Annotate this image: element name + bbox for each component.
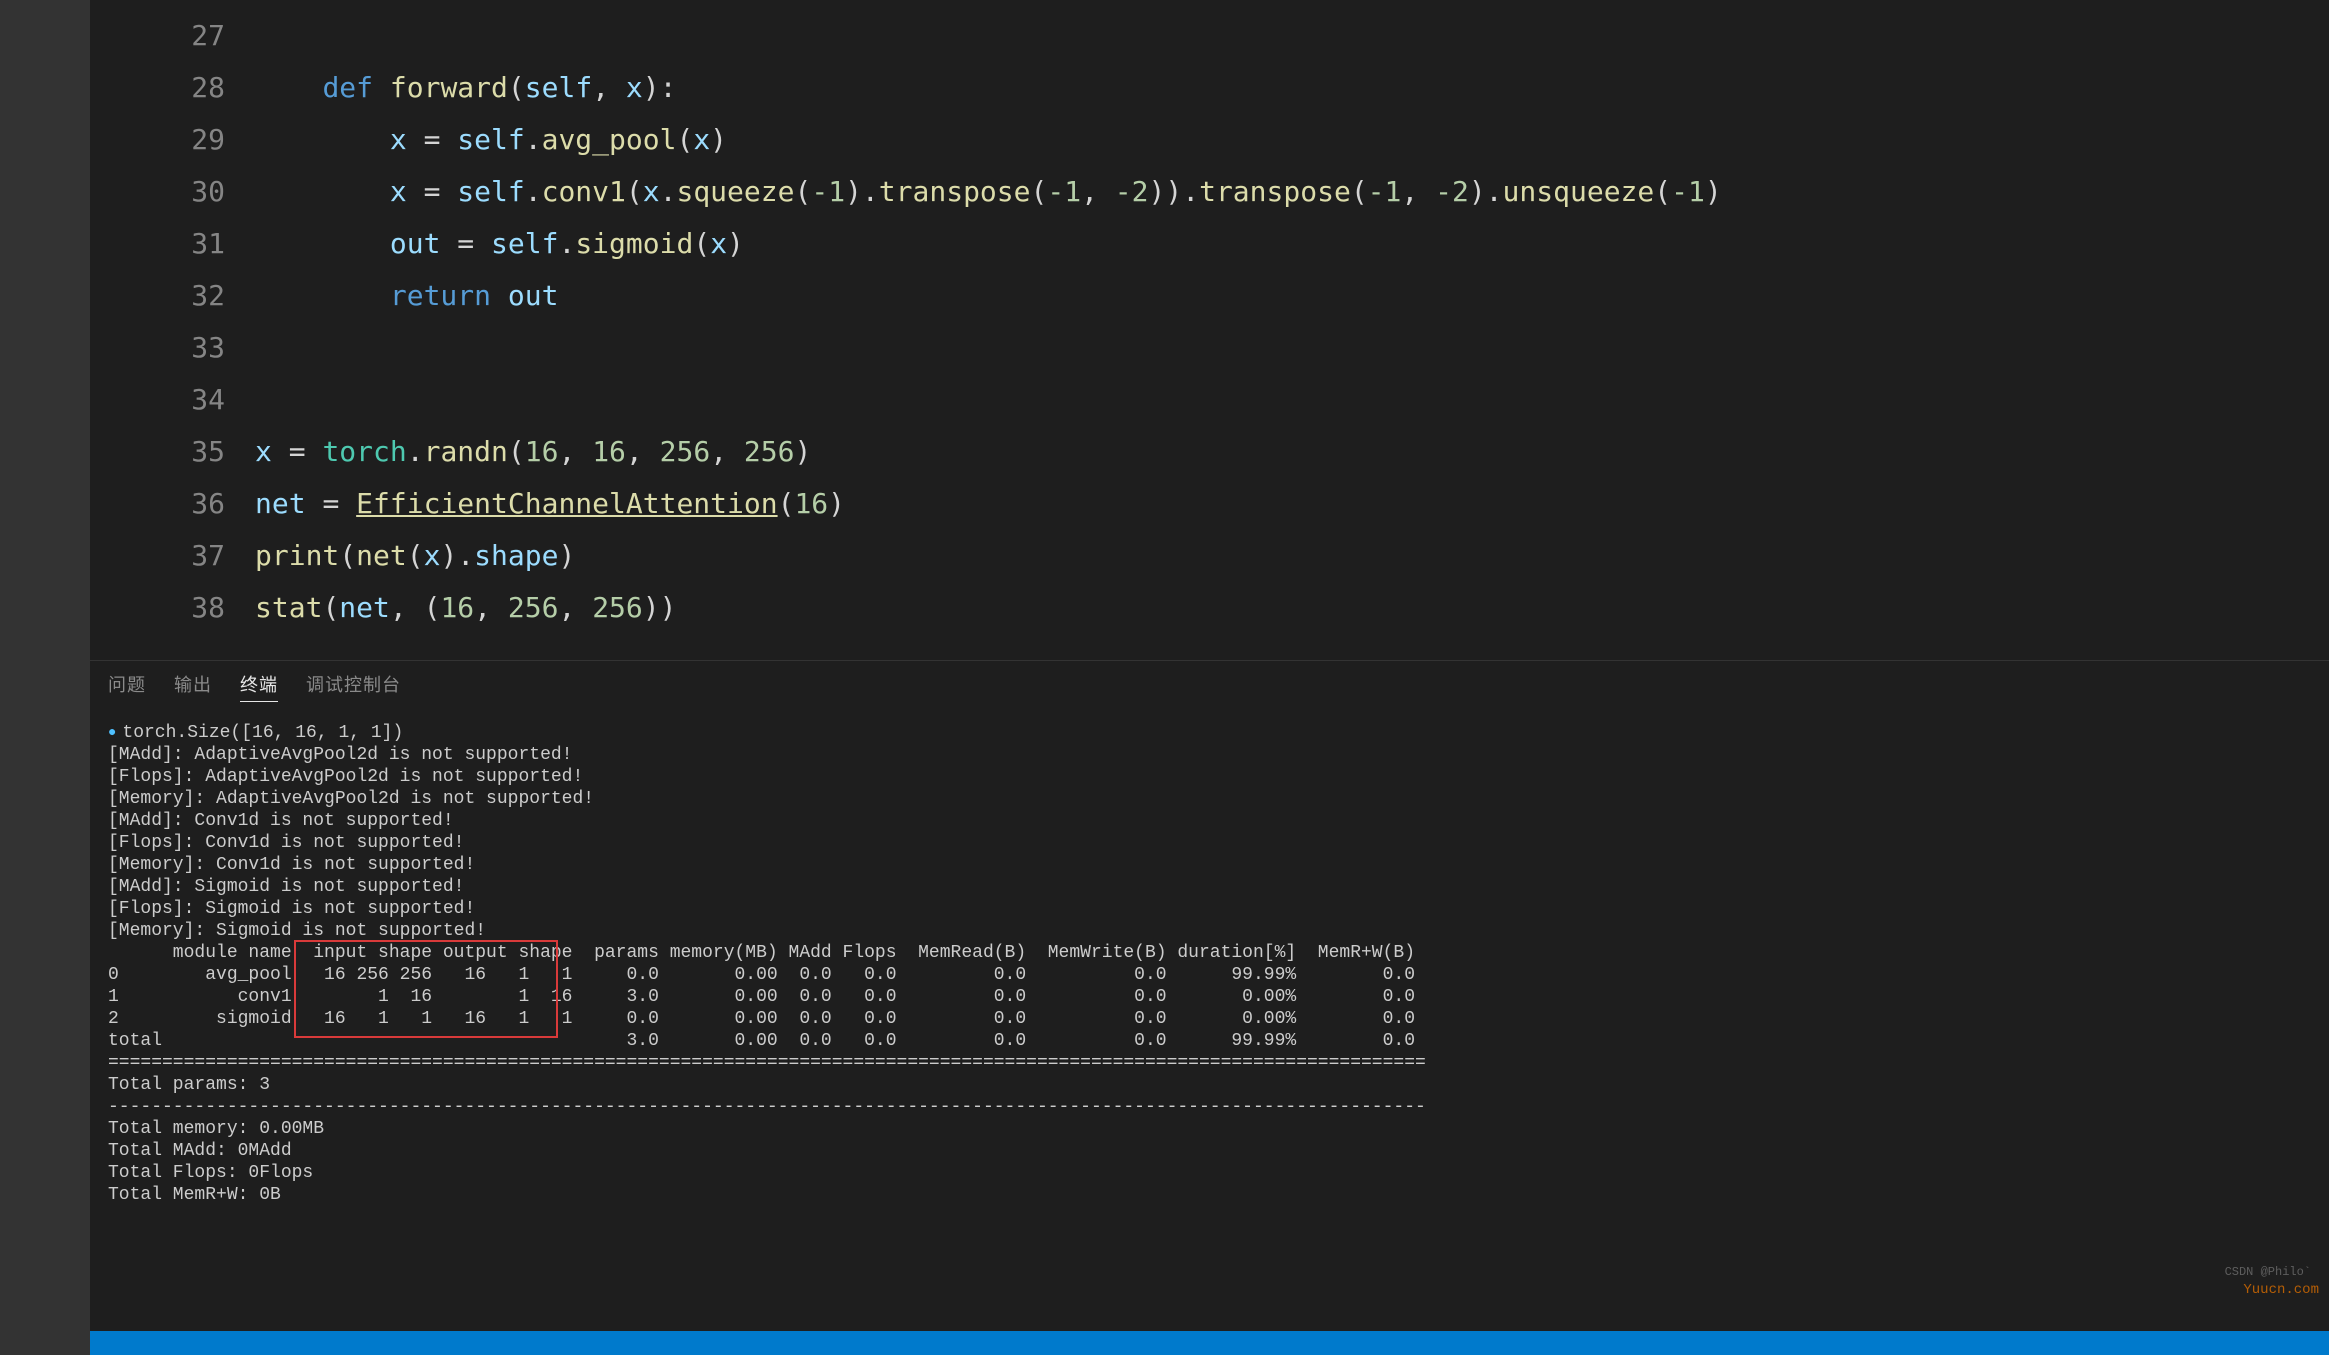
terminal-line: [Flops]: AdaptiveAvgPool2d is not suppor…	[108, 766, 2311, 788]
terminal-line: ----------------------------------------…	[108, 1096, 2311, 1118]
code-line[interactable]: def forward(self, x):	[255, 62, 2329, 114]
tab-output[interactable]: 输出	[174, 671, 212, 702]
terminal-line: Total Flops: 0Flops	[108, 1162, 2311, 1184]
watermark-yuucn: Yuucn.com	[2243, 1279, 2319, 1301]
line-number: 33	[90, 322, 225, 374]
line-number: 26	[90, 0, 225, 10]
code-line[interactable]: x = self.avg_pool(x)	[255, 114, 2329, 166]
tab-problems[interactable]: 问题	[108, 671, 146, 702]
line-number-gutter: 26272829303132333435363738	[90, 0, 255, 660]
terminal-line: 0 avg_pool 16 256 256 16 1 1 0.0 0.00 0.…	[108, 964, 2311, 986]
terminal-line: module name input shape output shape par…	[108, 942, 2311, 964]
code-editor[interactable]: 26272829303132333435363738 self.sigmoid …	[90, 0, 2329, 660]
line-number: 34	[90, 374, 225, 426]
line-number: 31	[90, 218, 225, 270]
terminal-line: [Memory]: Sigmoid is not supported!	[108, 920, 2311, 942]
code-line[interactable]: x = self.conv1(x.squeeze(-1).transpose(-…	[255, 166, 2329, 218]
terminal-line: 1 conv1 1 16 1 16 3.0 0.00 0.0 0.0 0.0 0…	[108, 986, 2311, 1008]
code-content[interactable]: self.sigmoid = nn.Sigmoid() def forward(…	[255, 0, 2329, 660]
code-line[interactable]: return out	[255, 270, 2329, 322]
line-number: 30	[90, 166, 225, 218]
code-line[interactable]	[255, 374, 2329, 426]
terminal-line: total 3.0 0.00 0.0 0.0 0.0 0.0 99.99% 0.…	[108, 1030, 2311, 1052]
terminal-output[interactable]: torch.Size([16, 16, 1, 1])[MAdd]: Adapti…	[90, 708, 2329, 1331]
tab-debug-console[interactable]: 调试控制台	[306, 671, 401, 702]
line-number: 36	[90, 478, 225, 530]
code-line[interactable]: net = EfficientChannelAttention(16)	[255, 478, 2329, 530]
tab-terminal[interactable]: 终端	[240, 671, 278, 702]
line-number: 35	[90, 426, 225, 478]
terminal-line: Total memory: 0.00MB	[108, 1118, 2311, 1140]
line-number: 28	[90, 62, 225, 114]
activity-bar[interactable]	[0, 0, 90, 1355]
terminal-line: [MAdd]: Sigmoid is not supported!	[108, 876, 2311, 898]
code-line[interactable]: x = torch.randn(16, 16, 256, 256)	[255, 426, 2329, 478]
code-line[interactable]	[255, 10, 2329, 62]
code-line[interactable]: print(net(x).shape)	[255, 530, 2329, 582]
line-number: 29	[90, 114, 225, 166]
line-number: 37	[90, 530, 225, 582]
code-line[interactable]	[255, 322, 2329, 374]
terminal-line: Total MAdd: 0MAdd	[108, 1140, 2311, 1162]
terminal-line: Total MemR+W: 0B	[108, 1184, 2311, 1206]
terminal-line: [Flops]: Sigmoid is not supported!	[108, 898, 2311, 920]
terminal-line: [Memory]: AdaptiveAvgPool2d is not suppo…	[108, 788, 2311, 810]
terminal-line: Total params: 3	[108, 1074, 2311, 1096]
terminal-line: [Flops]: Conv1d is not supported!	[108, 832, 2311, 854]
terminal-line: [MAdd]: AdaptiveAvgPool2d is not support…	[108, 744, 2311, 766]
line-number: 32	[90, 270, 225, 322]
window: 26272829303132333435363738 self.sigmoid …	[0, 0, 2329, 1355]
bottom-panel: 问题 输出 终端 调试控制台 torch.Size([16, 16, 1, 1]…	[90, 660, 2329, 1331]
code-line[interactable]: self.sigmoid = nn.Sigmoid()	[255, 0, 2329, 10]
terminal-line: 2 sigmoid 16 1 1 16 1 1 0.0 0.00 0.0 0.0…	[108, 1008, 2311, 1030]
line-number: 27	[90, 10, 225, 62]
code-line[interactable]: stat(net, (16, 256, 256))	[255, 582, 2329, 634]
terminal-line: [Memory]: Conv1d is not supported!	[108, 854, 2311, 876]
terminal-line: [MAdd]: Conv1d is not supported!	[108, 810, 2311, 832]
terminal-line: ========================================…	[108, 1052, 2311, 1074]
terminal-line: torch.Size([16, 16, 1, 1])	[108, 722, 2311, 744]
editor-area: 26272829303132333435363738 self.sigmoid …	[90, 0, 2329, 1355]
code-line[interactable]: out = self.sigmoid(x)	[255, 218, 2329, 270]
panel-tabs: 问题 输出 终端 调试控制台	[90, 661, 2329, 708]
line-number: 38	[90, 582, 225, 634]
status-bar[interactable]	[90, 1331, 2329, 1355]
